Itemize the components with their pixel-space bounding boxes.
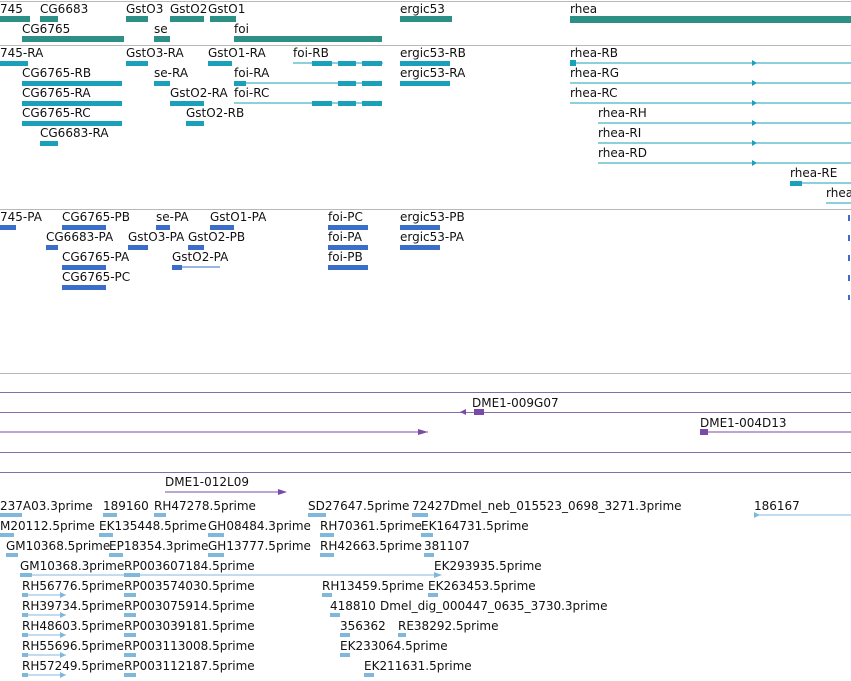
est-feature[interactable] [20,573,32,577]
est-feature[interactable] [124,573,140,577]
est-feature[interactable] [124,653,136,657]
est-feature[interactable] [398,633,406,637]
est-feature[interactable] [22,673,28,677]
est-feature[interactable] [320,553,334,557]
est-feature[interactable] [412,513,428,517]
est-feature[interactable] [320,533,334,537]
est-feature[interactable] [308,513,326,517]
est-feature[interactable] [421,533,433,537]
est-feature[interactable] [364,673,374,677]
est-feature[interactable] [340,633,350,637]
est-feature[interactable] [424,553,434,557]
est-feature[interactable] [124,673,136,677]
est-feature[interactable] [6,553,18,557]
est-feature[interactable] [208,533,224,537]
est-feature[interactable] [103,513,117,517]
est-feature[interactable] [340,653,350,657]
est-feature[interactable] [22,593,28,597]
est-feature[interactable] [22,653,28,657]
est-feature[interactable] [124,593,136,597]
est-feature[interactable] [0,513,22,517]
est-feature[interactable] [208,553,224,557]
est-feature[interactable] [154,513,166,517]
est-feature[interactable] [22,613,28,617]
est-feature[interactable] [124,613,136,617]
genome-browser: 745 CG6683 GstO3 GstO2 GstO1 ergic53 rhe… [0,0,851,681]
est-feature[interactable] [330,613,340,617]
est-feature[interactable] [428,593,438,597]
est-feature[interactable] [322,593,332,597]
est-feature[interactable] [109,553,123,557]
est-feature[interactable] [124,633,136,637]
est-features [0,512,851,678]
est-feature[interactable] [0,533,14,537]
est-feature[interactable] [99,533,113,537]
est-feature[interactable] [22,633,28,637]
